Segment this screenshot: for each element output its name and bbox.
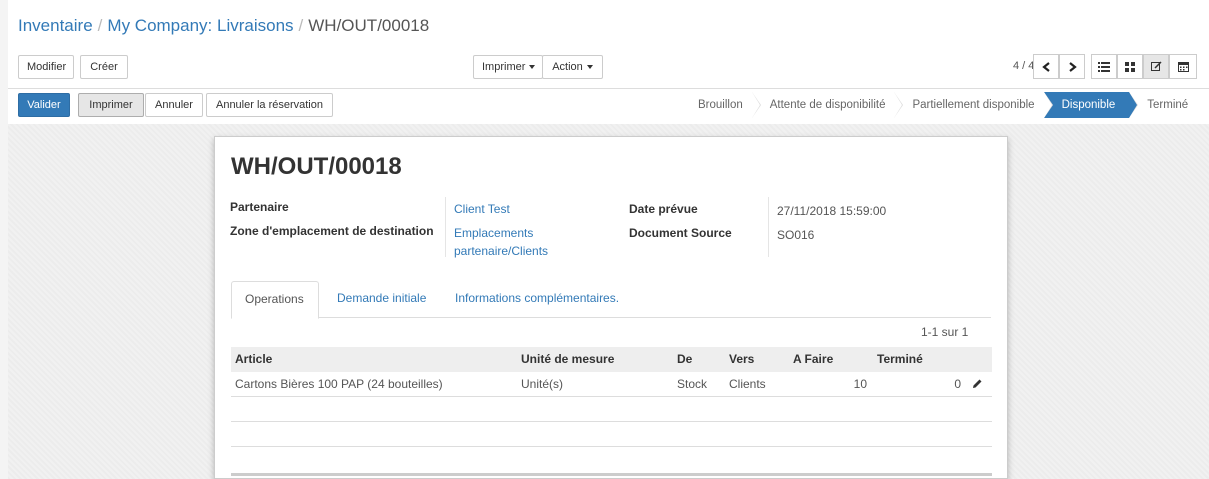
destination-label: Zone d'emplacement de destination — [230, 224, 434, 238]
column-done[interactable]: Terminé — [877, 347, 923, 372]
field-divider — [768, 197, 769, 257]
breadcrumb-current: WH/OUT/00018 — [308, 16, 430, 35]
column-todo[interactable]: A Faire — [793, 347, 833, 372]
tab-additional-info[interactable]: Informations complémentaires. — [442, 281, 632, 318]
pager-value[interactable]: 4 / 4 — [1013, 60, 1034, 72]
page-title: WH/OUT/00018 — [231, 153, 402, 180]
list-pager[interactable]: 1-1 sur 1 — [921, 325, 968, 339]
scheduled-date-label: Date prévue — [629, 202, 698, 216]
stage-done: Terminé — [1129, 92, 1198, 118]
breadcrumb-deliveries[interactable]: My Company: Livraisons — [107, 16, 293, 35]
cell-uom: Unité(s) — [521, 377, 564, 391]
notebook-tabs: Operations Demande initiale Informations… — [231, 281, 991, 319]
create-button[interactable]: Créer — [80, 55, 128, 79]
print-menu-button[interactable]: Imprimer — [473, 55, 543, 79]
breadcrumb: Inventaire / My Company: Livraisons / WH/OUT… — [18, 16, 429, 36]
validate-button[interactable]: Valider — [18, 93, 70, 117]
stage-waiting: Attente de disponibilité — [751, 92, 904, 118]
chevron-left-icon[interactable] — [1033, 54, 1059, 79]
breadcrumb-separator: / — [298, 16, 304, 35]
column-to[interactable]: Vers — [729, 347, 754, 372]
print-menu-label: Imprimer — [482, 61, 526, 73]
partner-label: Partenaire — [230, 200, 289, 214]
field-divider — [445, 197, 446, 257]
pencil-icon[interactable] — [971, 378, 983, 390]
table-row-empty — [231, 422, 992, 447]
print-button[interactable]: Imprimer — [78, 93, 144, 117]
caret-down-icon — [586, 65, 593, 70]
table-row[interactable]: Cartons Bières 100 PAP (24 bouteilles) U… — [231, 372, 992, 397]
kanban-view-icon[interactable] — [1117, 54, 1143, 79]
form-sheet: WH/OUT/00018 Partenaire Client Test Zone… — [214, 136, 1008, 479]
cell-todo: 10 — [853, 377, 867, 391]
operations-table: Article Unité de mesure De Vers A Faire … — [231, 347, 992, 447]
chevron-right-icon[interactable] — [1059, 54, 1085, 79]
table-row-empty — [231, 397, 992, 422]
action-menu-label: Action — [552, 61, 583, 73]
partner-value[interactable]: Client Test — [454, 202, 510, 216]
tab-initial-demand[interactable]: Demande initiale — [324, 281, 439, 318]
stage-partially-available: Partiellement disponible — [894, 92, 1053, 118]
cancel-button[interactable]: Annuler — [145, 93, 203, 117]
table-footer — [231, 473, 992, 476]
cell-article: Cartons Bières 100 PAP (24 bouteilles) — [235, 377, 443, 391]
header-divider — [8, 88, 1209, 89]
calendar-view-icon[interactable] — [1169, 54, 1197, 79]
edit-button[interactable]: Modifier — [18, 55, 74, 79]
column-article[interactable]: Article — [235, 347, 272, 372]
status-bar: Brouillon Attente de disponibilité Parti… — [680, 92, 1198, 118]
breadcrumb-separator: / — [97, 16, 103, 35]
source-document-value: SO016 — [777, 228, 815, 242]
list-view-icon[interactable] — [1091, 54, 1117, 79]
scheduled-date-value: 27/11/2018 15:59:00 — [777, 204, 887, 218]
destination-value-line1[interactable]: Emplacements — [454, 226, 533, 240]
table-header: Article Unité de mesure De Vers A Faire … — [231, 347, 992, 372]
stage-available: Disponible — [1043, 92, 1138, 118]
action-menu-button[interactable]: Action — [542, 55, 603, 79]
destination-value-line2[interactable]: partenaire/Clients — [454, 244, 548, 258]
caret-down-icon — [529, 65, 536, 70]
cell-to: Clients — [729, 377, 766, 391]
cell-from: Stock — [677, 377, 708, 391]
breadcrumb-inventory[interactable]: Inventaire — [18, 16, 93, 35]
source-document-label: Document Source — [629, 226, 732, 240]
unreserve-button[interactable]: Annuler la réservation — [206, 93, 333, 117]
column-from[interactable]: De — [677, 347, 692, 372]
cell-done: 0 — [954, 377, 961, 391]
form-view-icon[interactable] — [1143, 54, 1169, 79]
stage-draft: Brouillon — [680, 92, 761, 118]
tab-operations[interactable]: Operations — [231, 281, 319, 319]
column-uom[interactable]: Unité de mesure — [521, 347, 614, 372]
